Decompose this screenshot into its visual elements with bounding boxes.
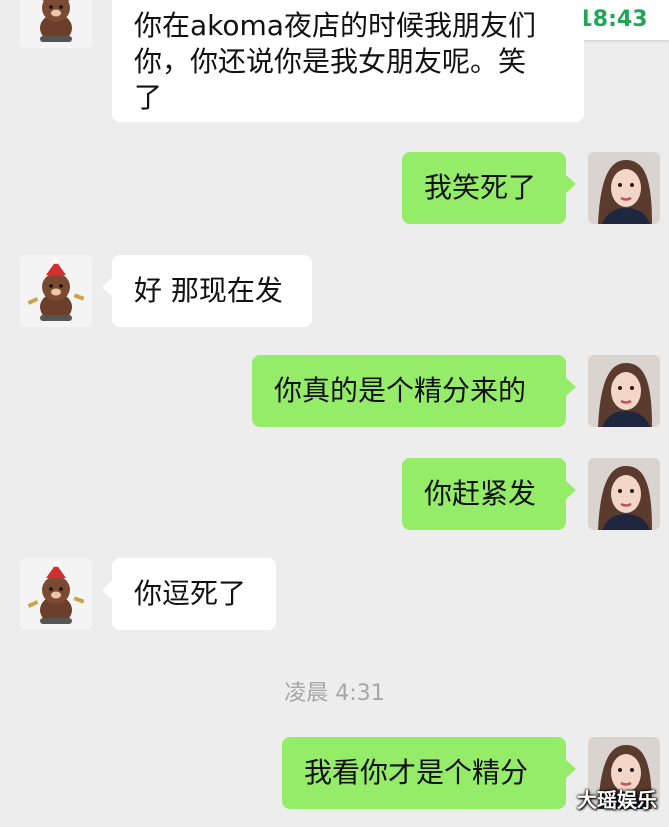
message-text: 好 那现在发 (134, 274, 283, 307)
message-bubble-outgoing[interactable]: 我笑死了 (402, 152, 576, 224)
message-text: 你逗死了 (134, 577, 247, 610)
girl-avatar-icon[interactable] (588, 355, 660, 427)
message-bubble-outgoing[interactable]: 我看你才是个精分 (282, 737, 576, 809)
bear-avatar-icon[interactable] (20, 0, 92, 48)
message-text: 我笑死了 (424, 171, 537, 204)
message-bubble-incoming[interactable]: 你在akoma夜店的时候我朋友们 你，你还说你是我女朋友呢。笑 了 (112, 0, 584, 122)
message-bubble-outgoing[interactable]: 你赶紧发 (402, 458, 576, 530)
message-bubble-incoming[interactable]: 你逗死了 (102, 558, 276, 630)
message-text: 你赶紧发 (424, 477, 537, 510)
girl-avatar-icon[interactable] (588, 152, 660, 224)
girl-avatar-icon[interactable] (588, 458, 660, 530)
chat-window: 18:43 你在akoma夜店的时候我朋友们 你，你还说你是我女朋友呢。笑 了 … (0, 0, 669, 827)
bear-avatar-icon[interactable] (20, 558, 92, 630)
bear-avatar-icon[interactable] (20, 255, 92, 327)
message-text: 你真的是个精分来的 (274, 374, 527, 407)
message-bubble-outgoing[interactable]: 你真的是个精分来的 (252, 355, 576, 427)
timestamp: 凌晨 4:31 (284, 681, 385, 706)
message-bubble-incoming[interactable]: 好 那现在发 (102, 255, 312, 327)
message-text: 你在akoma夜店的时候我朋友们 你，你还说你是我女朋友呢。笑 了 (134, 9, 536, 114)
message-text: 我看你才是个精分 (304, 756, 529, 789)
watermark: 大瑶娱乐 (577, 788, 657, 812)
